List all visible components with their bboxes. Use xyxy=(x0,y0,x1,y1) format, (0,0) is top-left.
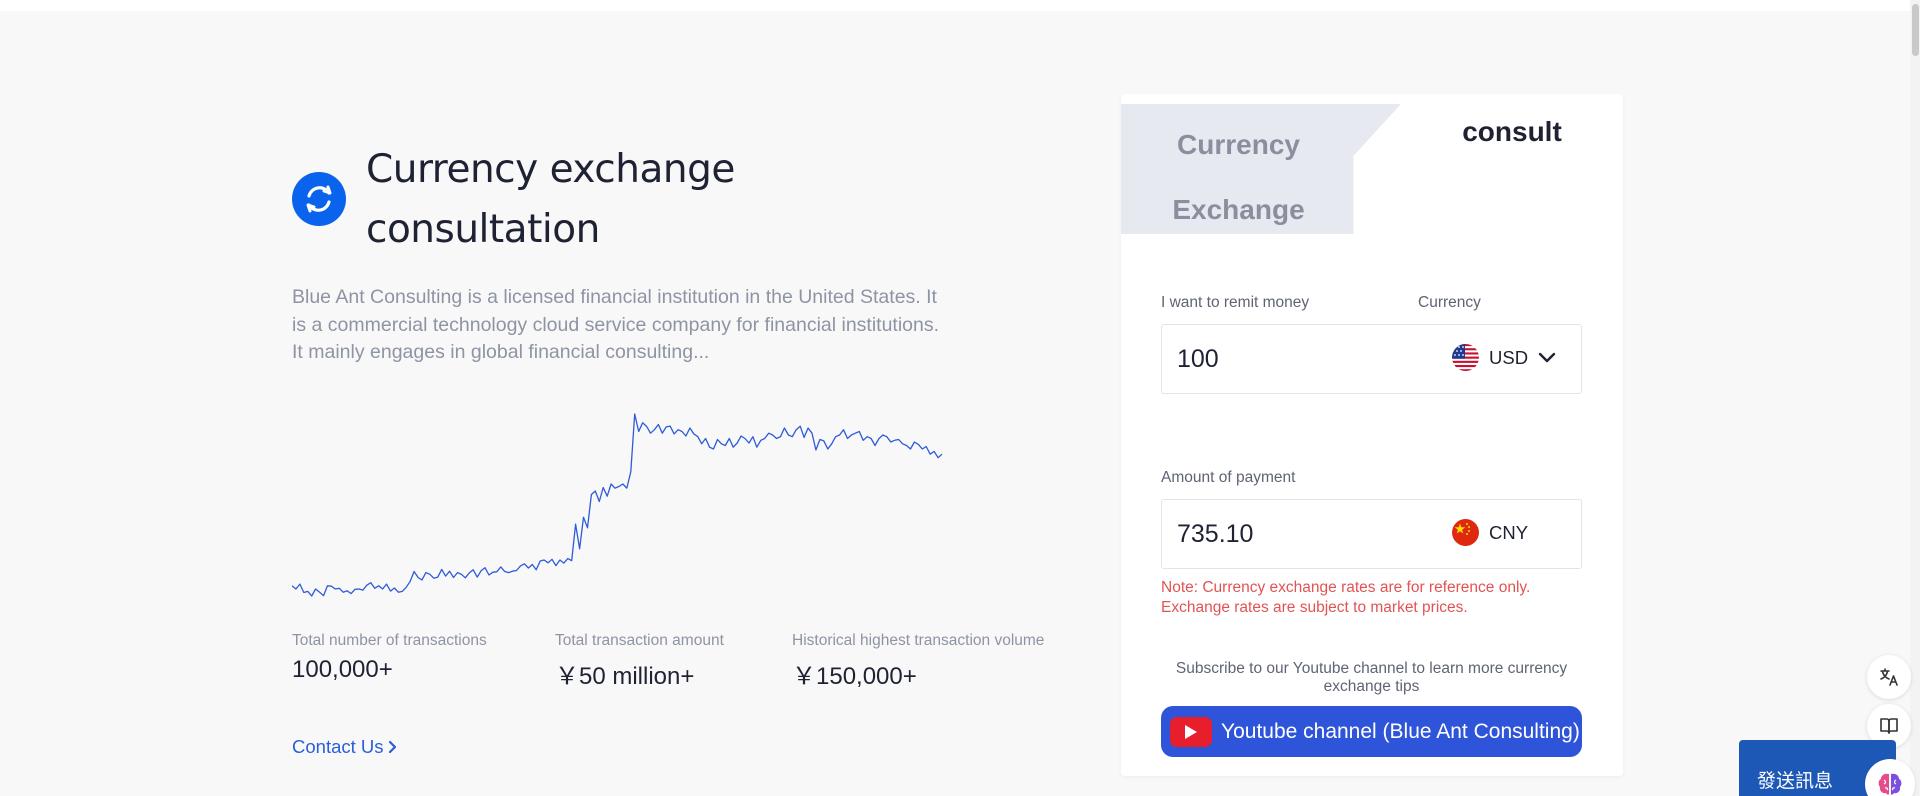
cn-flag-icon xyxy=(1452,519,1479,546)
currency-label: Currency xyxy=(1418,294,1481,311)
payment-currency-code: CNY xyxy=(1489,521,1529,543)
chart-svg xyxy=(292,413,943,597)
youtube-button-label: Youtube channel (Blue Ant Consulting) xyxy=(1221,719,1580,743)
chat-label: 發送訊息 xyxy=(1757,770,1834,792)
page-title: Currency exchange consultation xyxy=(366,147,735,252)
page-scrollbar[interactable] xyxy=(1910,0,1920,796)
stat-value: ￥50 million+ xyxy=(555,663,695,690)
exchange-card: Currency Exchange consult I want to remi… xyxy=(1121,94,1623,776)
stat-label: Historical highest transaction volume xyxy=(792,632,1045,649)
translate-button[interactable] xyxy=(1867,655,1911,699)
stat-amount: Total transaction amount ￥50 million+ xyxy=(555,632,724,691)
hero-section: Currency exchange consultation Blue Ant … xyxy=(292,140,1092,757)
payment-amount-value[interactable]: 735.10 xyxy=(1177,500,1253,568)
stat-value: 100,000+ xyxy=(292,656,393,683)
stat-label: Total number of transactions xyxy=(292,632,487,649)
top-bar xyxy=(0,0,1920,11)
hero-heading: Currency exchange consultation xyxy=(292,140,1092,260)
remit-amount-value[interactable]: 100 xyxy=(1177,325,1219,393)
tab-currency-exchange-label[interactable]: Currency Exchange xyxy=(1121,112,1356,242)
tab-consult[interactable]: consult xyxy=(1401,112,1623,152)
scrollbar-thumb[interactable] xyxy=(1912,4,1919,56)
translate-icon xyxy=(1880,668,1898,686)
chevron-right-icon xyxy=(388,740,396,754)
payment-label: Amount of payment xyxy=(1161,469,1296,486)
brain-icon xyxy=(1878,773,1902,795)
payment-currency: CNY xyxy=(1452,519,1528,546)
stat-highest-volume: Historical highest transaction volume ￥1… xyxy=(792,632,1044,691)
youtube-icon xyxy=(1170,716,1212,747)
stats-row: Total number of transactions 100,000+ To… xyxy=(292,632,1092,692)
remit-amount-field[interactable]: 100 USD xyxy=(1161,324,1582,394)
payment-amount-field[interactable]: 735.10 CNY xyxy=(1161,499,1582,569)
us-flag-icon xyxy=(1452,344,1479,371)
remit-currency-code: USD xyxy=(1489,346,1529,368)
subscribe-text: Subscribe to our Youtube channel to lear… xyxy=(1175,660,1568,695)
contact-us-label: Contact Us xyxy=(292,736,384,757)
exchange-rate-chart xyxy=(292,410,944,600)
stat-transactions: Total number of transactions 100,000+ xyxy=(292,632,487,684)
chart-series-line xyxy=(292,413,943,597)
company-description: Blue Ant Consulting is a licensed financ… xyxy=(292,286,940,363)
remit-label: I want to remit money xyxy=(1161,294,1310,311)
chevron-down-icon[interactable] xyxy=(1538,352,1556,364)
book-icon xyxy=(1880,718,1898,734)
contact-us-link[interactable]: Contact Us xyxy=(292,736,398,758)
currency-exchange-icon xyxy=(292,172,346,226)
remit-currency-select[interactable]: USD xyxy=(1452,344,1556,371)
rate-disclaimer: Note: Currency exchange rates are for re… xyxy=(1161,579,1531,616)
stat-label: Total transaction amount xyxy=(555,632,724,649)
youtube-channel-button[interactable]: Youtube channel (Blue Ant Consulting) xyxy=(1161,706,1582,757)
assistant-button[interactable] xyxy=(1865,759,1915,796)
stat-value: ￥150,000+ xyxy=(792,663,917,690)
